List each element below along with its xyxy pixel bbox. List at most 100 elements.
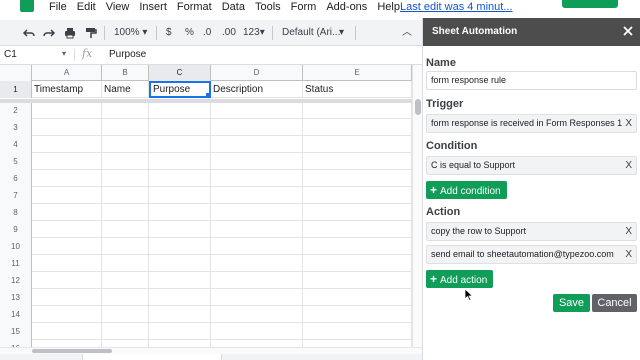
row-header[interactable]: 6 xyxy=(0,170,32,187)
menu-tools[interactable]: Tools xyxy=(255,0,281,14)
undo-icon[interactable] xyxy=(22,26,36,40)
grid-cell[interactable] xyxy=(211,255,303,272)
row-header[interactable]: 12 xyxy=(0,272,32,289)
row-header[interactable]: 4 xyxy=(0,136,32,153)
frozen-row-divider[interactable] xyxy=(0,99,412,103)
grid-cell[interactable] xyxy=(32,153,102,170)
grid-cell[interactable] xyxy=(32,221,102,238)
menu-format[interactable]: Format xyxy=(177,0,212,14)
row-header[interactable]: 1 xyxy=(0,81,32,98)
grid-cell[interactable] xyxy=(32,102,102,119)
grid-cell[interactable] xyxy=(211,289,303,306)
grid-cell[interactable]: Timestamp xyxy=(32,81,102,98)
grid-cell[interactable] xyxy=(32,340,102,347)
grid-cell[interactable] xyxy=(102,204,149,221)
row-header[interactable]: 11 xyxy=(0,255,32,272)
row-header[interactable]: 15 xyxy=(0,323,32,340)
sheet-tab[interactable] xyxy=(82,354,222,360)
grid-cell[interactable]: Name xyxy=(102,81,149,98)
horizontal-scroll-thumb[interactable] xyxy=(32,349,112,353)
grid-cell[interactable] xyxy=(149,340,211,347)
grid-cell[interactable] xyxy=(303,136,412,153)
grid-cell[interactable] xyxy=(102,306,149,323)
print-icon[interactable] xyxy=(63,26,77,40)
vertical-scroll-thumb[interactable] xyxy=(415,99,421,115)
name-box[interactable]: C1 xyxy=(4,48,17,62)
cancel-button[interactable]: Cancel xyxy=(592,294,637,312)
menu-add-ons[interactable]: Add-ons xyxy=(326,0,367,14)
grid-cell[interactable] xyxy=(102,323,149,340)
condition-item[interactable]: C is equal to Support X xyxy=(426,156,637,175)
column-header-b[interactable]: B xyxy=(102,65,149,81)
grid-cell[interactable] xyxy=(102,153,149,170)
row-header[interactable]: 14 xyxy=(0,306,32,323)
grid-cell[interactable] xyxy=(102,340,149,347)
menu-insert[interactable]: Insert xyxy=(139,0,167,14)
grid-cell[interactable] xyxy=(102,272,149,289)
grid-cell[interactable] xyxy=(303,323,412,340)
grid-cell[interactable] xyxy=(211,204,303,221)
grid-cell[interactable] xyxy=(32,238,102,255)
grid-cell[interactable] xyxy=(149,221,211,238)
grid-cell[interactable] xyxy=(303,102,412,119)
grid-cell[interactable] xyxy=(211,238,303,255)
grid-cell[interactable] xyxy=(32,204,102,221)
font-select[interactable]: Default (Ari... xyxy=(282,25,340,41)
rule-name-input[interactable]: form response rule xyxy=(426,71,637,90)
grid-cell[interactable] xyxy=(211,187,303,204)
chevron-down-icon[interactable]: ▾ xyxy=(339,25,344,41)
grid-cell[interactable] xyxy=(303,170,412,187)
grid-cell[interactable] xyxy=(211,136,303,153)
grid-cell[interactable] xyxy=(211,221,303,238)
menu-help[interactable]: Help xyxy=(377,0,400,14)
menu-view[interactable]: View xyxy=(106,0,130,14)
menu-edit[interactable]: Edit xyxy=(77,0,96,14)
row-header[interactable]: 16 xyxy=(0,340,32,347)
redo-icon[interactable] xyxy=(42,26,56,40)
grid-cell[interactable] xyxy=(149,255,211,272)
grid-cell[interactable] xyxy=(149,102,211,119)
menu-form[interactable]: Form xyxy=(291,0,317,14)
grid-cell[interactable] xyxy=(149,153,211,170)
increase-decimal-button[interactable]: .00 xyxy=(222,25,236,41)
grid-cell[interactable]: Status xyxy=(303,81,412,98)
column-header-c[interactable]: C xyxy=(149,65,211,81)
grid-cell[interactable] xyxy=(102,255,149,272)
grid-cell[interactable] xyxy=(211,119,303,136)
row-header[interactable]: 13 xyxy=(0,289,32,306)
menu-file[interactable]: File xyxy=(49,0,67,14)
horizontal-scrollbar[interactable] xyxy=(0,347,422,354)
row-header[interactable]: 2 xyxy=(0,102,32,119)
grid-cell[interactable] xyxy=(32,289,102,306)
grid-cell[interactable] xyxy=(149,204,211,221)
grid-cell[interactable]: Description xyxy=(211,81,303,98)
select-all-corner[interactable] xyxy=(0,65,32,81)
grid-cell[interactable] xyxy=(303,340,412,347)
column-header-d[interactable]: D xyxy=(211,65,303,81)
remove-action-icon[interactable]: X xyxy=(625,223,632,240)
grid-cell[interactable] xyxy=(149,187,211,204)
grid-cell[interactable] xyxy=(149,289,211,306)
action-item[interactable]: copy the row to Support X xyxy=(426,222,637,241)
remove-trigger-icon[interactable]: X xyxy=(625,115,632,132)
grid-cell[interactable] xyxy=(303,204,412,221)
active-cell[interactable]: Purpose xyxy=(149,81,211,98)
grid-cell[interactable] xyxy=(149,323,211,340)
grid-cell[interactable] xyxy=(32,306,102,323)
grid-cell[interactable] xyxy=(102,221,149,238)
grid-cell[interactable] xyxy=(211,102,303,119)
collapse-toolbar-icon[interactable]: ︿ xyxy=(402,25,412,41)
row-header[interactable]: 7 xyxy=(0,187,32,204)
row-header[interactable]: 5 xyxy=(0,153,32,170)
grid-cell[interactable] xyxy=(303,306,412,323)
column-header-e[interactable]: E xyxy=(303,65,412,81)
grid-cell[interactable] xyxy=(102,119,149,136)
row-header[interactable]: 3 xyxy=(0,119,32,136)
grid-cell[interactable] xyxy=(102,170,149,187)
grid-cell[interactable] xyxy=(32,170,102,187)
save-button[interactable]: Save xyxy=(553,294,590,312)
grid-cell[interactable] xyxy=(32,136,102,153)
vertical-scrollbar[interactable] xyxy=(412,65,422,347)
grid-cell[interactable] xyxy=(149,136,211,153)
trigger-item[interactable]: form response is received in Form Respon… xyxy=(426,114,637,133)
